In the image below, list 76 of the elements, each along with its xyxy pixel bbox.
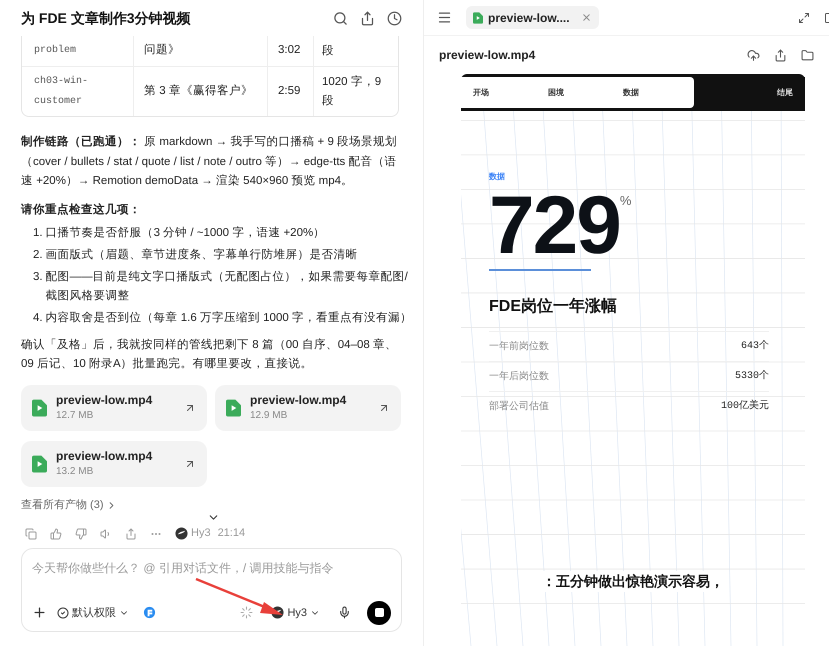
list-number: 3. [33, 270, 43, 285]
stop-button[interactable] [367, 600, 391, 625]
thumbs-down-icon[interactable] [75, 528, 87, 540]
table-cell-text: 2:59 [278, 84, 300, 99]
file-size: 13.2 MB [56, 464, 94, 479]
search-icon[interactable] [333, 10, 348, 26]
share-icon[interactable] [360, 10, 375, 26]
folder-icon[interactable] [801, 48, 814, 62]
check-circle-icon [57, 606, 69, 619]
row-value: 643个 [740, 339, 769, 354]
chapter-segment: 数据 [611, 77, 694, 108]
check-heading: 请你重点检查这几项： [21, 202, 142, 218]
history-icon[interactable] [387, 10, 402, 26]
file-tab[interactable]: preview-low.... [466, 6, 599, 29]
table-cell-text: problem [34, 44, 76, 58]
table-cell-text: 第 3 章《赢得客户》 [144, 83, 253, 99]
message-time: 21:14 [218, 526, 246, 542]
close-icon[interactable] [580, 12, 592, 23]
row-label: 一年前岗位数 [489, 340, 549, 354]
thumbs-up-icon[interactable] [50, 528, 62, 540]
copy-icon[interactable] [25, 528, 37, 540]
chapter-segment: 开场 [461, 77, 536, 108]
chapter-segment: 困境 [536, 77, 611, 108]
file-card[interactable]: preview-low.mp4 12.7 MB [21, 384, 207, 431]
eyebrow-label: 数据 [489, 171, 505, 183]
model-logo-icon [271, 606, 284, 620]
expand-icon[interactable] [798, 12, 810, 24]
file-name: preview-low.mp4 [56, 392, 154, 408]
model-name: Hy3 [191, 526, 211, 542]
list-number: 1. [33, 226, 43, 241]
table-cell-text: ch03-win-customer [34, 74, 90, 108]
list-number: 2. [33, 248, 43, 263]
add-icon[interactable] [32, 605, 47, 620]
model-selector[interactable]: Hy3 [271, 604, 320, 621]
table-cell-text: 1020 字，9 段 [322, 74, 382, 108]
microphone-icon[interactable] [338, 606, 351, 620]
tab-label: preview-low.... [488, 10, 570, 26]
table-cell-text: 段 [322, 44, 334, 58]
list-number: 4. [33, 310, 43, 326]
file-card[interactable]: preview-low.mp4 12.9 MB [215, 384, 401, 431]
permission-button[interactable]: 默认权限 [57, 604, 129, 621]
chat-title: 为 FDE 文章制作3分钟视频 [21, 8, 192, 28]
file-size: 12.7 MB [56, 408, 94, 423]
message-input[interactable]: 今天帮你做些什么？ @ 引用对话文件，/ 调用技能与指令 [32, 558, 391, 577]
closing-paragraph: 确认「及格」后，我就按同样的管线把剩下 8 篇（00 自序、04–08 章、09 后记、10 附录A）批量跑完。有哪里要改，直接说。 [21, 337, 398, 372]
stat-number: 729 [489, 187, 620, 265]
list-item-text: 画面版式（眉题、章节进度条、字幕单行防堆屏）是否清晰 [46, 247, 358, 263]
row-label: 部署公司估值 [489, 400, 549, 414]
file-name: preview-low.mp4 [56, 448, 154, 464]
table-cell-text: 3:02 [278, 43, 300, 58]
upload-icon[interactable] [747, 48, 760, 62]
artifacts-link[interactable]: 查看所有产物 (3) [21, 496, 104, 514]
file-size: 12.9 MB [250, 408, 288, 423]
file-title: preview-low.mp4 [439, 47, 536, 64]
list-item-text: 内容取舍是否到位（每章 1.6 万字压缩到 1000 字，看重点有没有漏） [46, 310, 412, 326]
share-icon[interactable] [774, 48, 787, 62]
model-logo-icon [175, 527, 188, 540]
video-file-icon [32, 454, 47, 473]
pipeline-paragraph: 制作链路（已跑通）： 原 markdown → 我手写的口播稿 + 9 段场景规划（cover / bullets / stat / quote / list / note / outro 等）→ edge-tts 配音（语速 +20%）→ Remotion demoData → 渲染 540×960 预览 mp4。 [21, 134, 398, 189]
video-file-icon [32, 398, 47, 417]
list-item-text: 配图——目前是纯文字口播版式（无配图占位），如果需要每章配图/截图风格要调整 [46, 269, 409, 304]
tool-logo-icon[interactable] [143, 606, 156, 620]
video-file-icon [226, 398, 241, 417]
video-file-icon [473, 12, 483, 24]
row-value: 5330个 [734, 369, 769, 384]
stat-title: FDE岗位一年涨幅 [489, 296, 617, 317]
loading-icon [240, 606, 254, 620]
menu-icon[interactable] [437, 10, 452, 25]
row-label: 一年后岗位数 [489, 370, 549, 384]
row-value: 100亿美元 [720, 399, 769, 414]
stat-unit: % [620, 192, 632, 210]
table-cell-text: 问题》 [144, 42, 180, 58]
file-card[interactable]: preview-low.mp4 13.2 MB [21, 440, 207, 487]
speaker-icon[interactable] [100, 528, 112, 540]
list-item-text: 口播节奏是否舒服（3 分钟 / ~1000 字，语速 +20%） [46, 225, 326, 241]
file-name: preview-low.mp4 [250, 392, 348, 408]
